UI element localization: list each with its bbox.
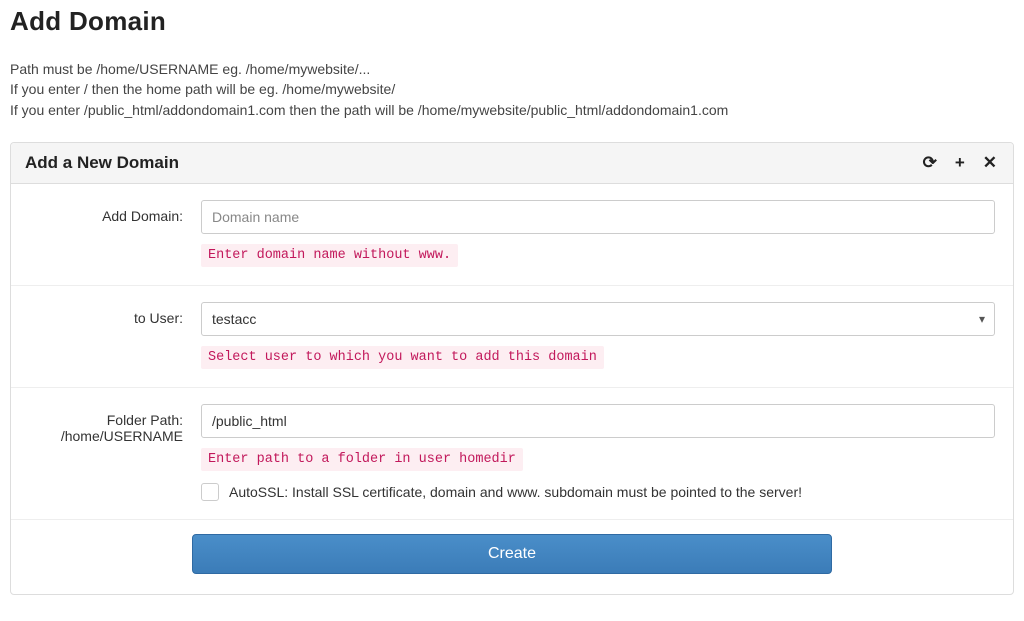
folder-hint: Enter path to a folder in user homedir bbox=[201, 448, 523, 471]
user-hint: Select user to which you want to add thi… bbox=[201, 346, 604, 369]
domain-label: Add Domain: bbox=[29, 200, 201, 224]
refresh-icon[interactable]: ⟳ bbox=[921, 154, 939, 171]
folder-label-line2: /home/USERNAME bbox=[29, 428, 183, 444]
autossl-row: AutoSSL: Install SSL certificate, domain… bbox=[201, 483, 995, 501]
folder-input[interactable] bbox=[201, 404, 995, 438]
folder-label-line1: Folder Path: bbox=[29, 412, 183, 428]
autossl-label: AutoSSL: Install SSL certificate, domain… bbox=[229, 484, 802, 500]
domain-input[interactable] bbox=[201, 200, 995, 234]
domain-row: Add Domain: Enter domain name without ww… bbox=[11, 184, 1013, 286]
panel-actions: ⟳ + ✕ bbox=[921, 154, 999, 171]
help-text-block: Path must be /home/USERNAME eg. /home/my… bbox=[10, 59, 1014, 120]
page-title: Add Domain bbox=[10, 6, 1014, 37]
user-select[interactable]: testacc bbox=[201, 302, 995, 336]
panel-title: Add a New Domain bbox=[25, 153, 179, 173]
submit-row: Create bbox=[11, 520, 1013, 594]
help-line-3: If you enter /public_html/addondomain1.c… bbox=[10, 100, 1014, 120]
user-row: to User: testacc ▾ Select user to which … bbox=[11, 286, 1013, 388]
folder-label: Folder Path: /home/USERNAME bbox=[29, 404, 201, 444]
user-label: to User: bbox=[29, 302, 201, 326]
help-line-2: If you enter / then the home path will b… bbox=[10, 79, 1014, 99]
domain-hint: Enter domain name without www. bbox=[201, 244, 458, 267]
add-domain-panel: Add a New Domain ⟳ + ✕ Add Domain: Enter… bbox=[10, 142, 1014, 595]
create-button[interactable]: Create bbox=[192, 534, 832, 574]
folder-row: Folder Path: /home/USERNAME Enter path t… bbox=[11, 388, 1013, 520]
add-icon[interactable]: + bbox=[953, 154, 967, 171]
autossl-checkbox[interactable] bbox=[201, 483, 219, 501]
help-line-1: Path must be /home/USERNAME eg. /home/my… bbox=[10, 59, 1014, 79]
close-icon[interactable]: ✕ bbox=[981, 154, 999, 171]
panel-header: Add a New Domain ⟳ + ✕ bbox=[11, 143, 1013, 184]
